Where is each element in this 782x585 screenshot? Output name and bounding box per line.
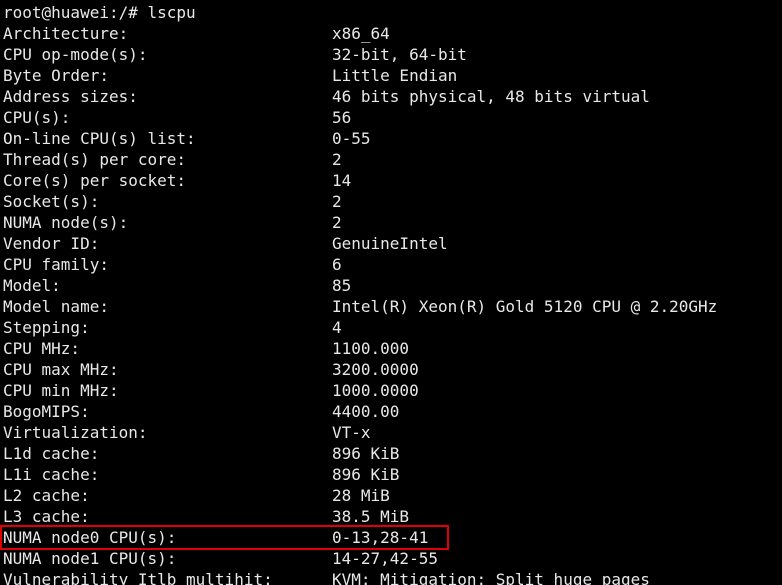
lscpu-field-name: NUMA node(s): xyxy=(3,213,129,232)
lscpu-field-name: CPU op-mode(s): xyxy=(3,45,148,64)
lscpu-row: On-line CPU(s) list: 0-55 xyxy=(0,128,782,149)
lscpu-field-value: 6 xyxy=(332,255,342,274)
lscpu-row: NUMA node1 CPU(s): 14-27,42-55 xyxy=(0,548,782,569)
lscpu-field-name: CPU(s): xyxy=(3,108,71,127)
lscpu-field-value: Intel(R) Xeon(R) Gold 5120 CPU @ 2.20GHz xyxy=(332,297,718,316)
lscpu-row: Socket(s): 2 xyxy=(0,191,782,212)
lscpu-row: CPU op-mode(s): 32-bit, 64-bit xyxy=(0,44,782,65)
lscpu-row: CPU max MHz: 3200.0000 xyxy=(0,359,782,380)
lscpu-field-value: 0-55 xyxy=(332,129,371,148)
lscpu-field-name: On-line CPU(s) list: xyxy=(3,129,196,148)
lscpu-field-value: 28 MiB xyxy=(332,486,390,505)
lscpu-field-value: 85 xyxy=(332,276,352,295)
lscpu-field-value: 1100.000 xyxy=(332,339,410,358)
lscpu-field-value: 1000.0000 xyxy=(332,381,419,400)
lscpu-field-name: Byte Order: xyxy=(3,66,109,85)
lscpu-row: L3 cache: 38.5 MiB xyxy=(0,506,782,527)
lscpu-row: Core(s) per socket: 14 xyxy=(0,170,782,191)
lscpu-field-name: L2 cache: xyxy=(3,486,90,505)
lscpu-field-value: 14-27,42-55 xyxy=(332,549,438,568)
lscpu-field-name: Thread(s) per core: xyxy=(3,150,187,169)
terminal-window[interactable]: root@huawei:/# lscpu Architecture: x86_64… xyxy=(0,0,782,585)
lscpu-field-value: 2 xyxy=(332,213,342,232)
lscpu-row: Thread(s) per core: 2 xyxy=(0,149,782,170)
lscpu-field-value: Little Endian xyxy=(332,66,458,85)
lscpu-field-value: 896 KiB xyxy=(332,444,400,463)
lscpu-row: NUMA node(s): 2 xyxy=(0,212,782,233)
lscpu-row: Architecture: x86_64 xyxy=(0,23,782,44)
lscpu-field-value: 4 xyxy=(332,318,342,337)
lscpu-field-name: L3 cache: xyxy=(3,507,90,526)
lscpu-row: Stepping: 4 xyxy=(0,317,782,338)
lscpu-row: NUMA node0 CPU(s): 0-13,28-41 xyxy=(0,527,782,548)
lscpu-row: CPU min MHz: 1000.0000 xyxy=(0,380,782,401)
lscpu-row: Address sizes: 46 bits physical, 48 bits … xyxy=(0,86,782,107)
lscpu-field-name: Vulnerability Itlb multihit: xyxy=(3,570,273,585)
lscpu-field-value: x86_64 xyxy=(332,24,390,43)
lscpu-field-name: Address sizes: xyxy=(3,87,138,106)
lscpu-field-name: NUMA node1 CPU(s): xyxy=(3,549,177,568)
lscpu-row: CPU family: 6 xyxy=(0,254,782,275)
lscpu-field-value: 2 xyxy=(332,192,342,211)
lscpu-row: Model: 85 xyxy=(0,275,782,296)
lscpu-row: L1d cache: 896 KiB xyxy=(0,443,782,464)
lscpu-field-name: CPU family: xyxy=(3,255,109,274)
lscpu-field-name: NUMA node0 CPU(s): xyxy=(3,528,177,547)
lscpu-field-value: 32-bit, 64-bit xyxy=(332,45,467,64)
lscpu-field-value: KVM: Mitigation: Split huge pages xyxy=(332,570,650,585)
lscpu-field-name: L1i cache: xyxy=(3,465,100,484)
lscpu-field-value: 896 KiB xyxy=(332,465,400,484)
lscpu-field-name: Socket(s): xyxy=(3,192,100,211)
lscpu-field-name: CPU max MHz: xyxy=(3,360,119,379)
lscpu-field-name: Model name: xyxy=(3,297,109,316)
lscpu-field-value: 38.5 MiB xyxy=(332,507,410,526)
lscpu-field-value: 56 xyxy=(332,108,352,127)
lscpu-field-value: VT-x xyxy=(332,423,371,442)
lscpu-field-name: CPU MHz: xyxy=(3,339,81,358)
lscpu-row: Vulnerability Itlb multihit: KVM: Mitigat… xyxy=(0,569,782,585)
lscpu-field-name: Core(s) per socket: xyxy=(3,171,187,190)
lscpu-row: Model name: Intel(R) Xeon(R) Gold 5120 CP… xyxy=(0,296,782,317)
lscpu-field-name: BogoMIPS: xyxy=(3,402,90,421)
lscpu-field-name: CPU min MHz: xyxy=(3,381,119,400)
lscpu-field-value: 3200.0000 xyxy=(332,360,419,379)
lscpu-field-value: 2 xyxy=(332,150,342,169)
lscpu-field-name: Stepping: xyxy=(3,318,90,337)
lscpu-field-value: 0-13,28-41 xyxy=(332,528,429,547)
lscpu-row: BogoMIPS: 4400.00 xyxy=(0,401,782,422)
lscpu-field-name: Model: xyxy=(3,276,61,295)
lscpu-row: CPU(s): 56 xyxy=(0,107,782,128)
lscpu-field-name: Virtualization: xyxy=(3,423,148,442)
lscpu-field-name: Architecture: xyxy=(3,24,129,43)
prompt-line: root@huawei:/# lscpu xyxy=(3,3,196,22)
lscpu-field-value: 4400.00 xyxy=(332,402,400,421)
lscpu-row: Byte Order: Little Endian xyxy=(0,65,782,86)
lscpu-field-name: L1d cache: xyxy=(3,444,100,463)
lscpu-row: CPU MHz: 1100.000 xyxy=(0,338,782,359)
lscpu-row: Vendor ID: GenuineIntel xyxy=(0,233,782,254)
lscpu-field-value: 14 xyxy=(332,171,352,190)
lscpu-row: L2 cache: 28 MiB xyxy=(0,485,782,506)
lscpu-field-name: Vendor ID: xyxy=(3,234,100,253)
lscpu-row: L1i cache: 896 KiB xyxy=(0,464,782,485)
lscpu-field-value: GenuineIntel xyxy=(332,234,448,253)
lscpu-field-value: 46 bits physical, 48 bits virtual xyxy=(332,87,650,106)
lscpu-row: Virtualization: VT-x xyxy=(0,422,782,443)
